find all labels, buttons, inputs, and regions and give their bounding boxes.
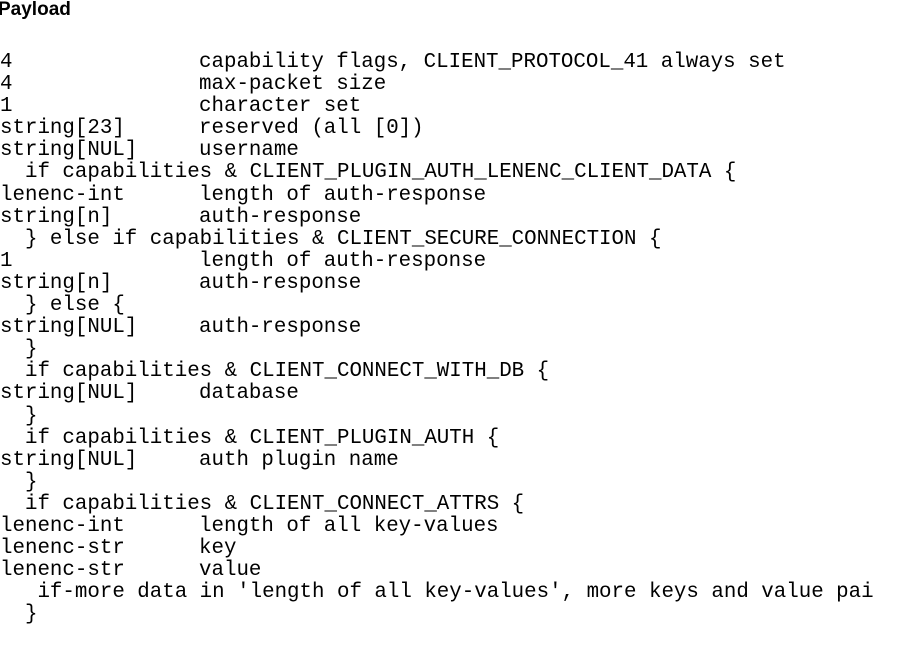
field-description: auth-response — [199, 271, 362, 295]
field-description: reserved (all [0]) — [199, 117, 424, 141]
field-description: auth plugin name — [199, 448, 399, 472]
conditional-line: } else { — [0, 294, 125, 318]
field-row: lenenc-int length of all key-values — [0, 514, 874, 538]
field-type: lenenc-int — [0, 514, 125, 538]
field-row: lenenc-str key — [0, 537, 874, 561]
payload-structure-code-block: 4 capability flags, CLIENT_PROTOCOL_41 al… — [0, 51, 874, 627]
conditional-line: } else if capabilities & CLIENT_SECURE_C… — [0, 227, 662, 251]
conditional-line: if capabilities & CLIENT_PLUGIN_AUTH { — [0, 426, 500, 450]
field-row: string[NUL] username — [0, 140, 874, 162]
field-description: capability flags, CLIENT_PROTOCOL_41 alw… — [199, 51, 786, 74]
field-description: value — [199, 559, 262, 583]
field-row: lenenc-int length of auth-response — [0, 183, 874, 207]
field-row: string[NUL] auth plugin name — [0, 448, 874, 472]
field-description: length of auth-response — [199, 249, 487, 273]
conditional-line: } — [0, 338, 38, 362]
field-row: string[n] auth-response — [0, 205, 874, 229]
field-description: length of auth-response — [199, 183, 487, 207]
field-description: username — [199, 139, 299, 163]
conditional-line: } — [0, 470, 38, 494]
field-type: lenenc-str — [0, 559, 125, 583]
conditional-line: if capabilities & CLIENT_PLUGIN_AUTH_LEN… — [0, 161, 737, 185]
field-type: string[NUL] — [0, 316, 138, 340]
field-row: string[NUL] auth-response — [0, 317, 874, 339]
conditional-line: } — [0, 603, 38, 627]
field-type: string[NUL] — [0, 139, 138, 163]
field-row: 4 capability flags, CLIENT_PROTOCOL_41 al… — [0, 51, 874, 74]
payload-heading: Payload — [0, 0, 71, 20]
field-row: string[23] reserved (all [0]) — [0, 118, 874, 140]
field-description: max-packet size — [199, 73, 387, 97]
field-description: database — [199, 382, 299, 406]
conditional-line: if capabilities & CLIENT_CONNECT_WITH_DB… — [0, 360, 550, 384]
field-row: 1 length of auth-response — [0, 249, 874, 273]
field-row: 4 max-packet size — [0, 73, 874, 97]
field-description: auth-response — [199, 316, 362, 340]
field-row: string[n] auth-response — [0, 271, 874, 295]
conditional-line: if capabilities & CLIENT_CONNECT_ATTRS { — [0, 492, 525, 516]
field-type: string[23] — [0, 117, 125, 141]
field-description: character set — [199, 95, 362, 119]
field-description: key — [199, 537, 237, 561]
conditional-line: } — [0, 404, 38, 428]
field-description: auth-response — [199, 205, 362, 229]
field-row: 1 character set — [0, 96, 874, 118]
conditional-line: if-more data in 'length of all key-value… — [0, 581, 874, 605]
field-type: 1 — [0, 249, 13, 273]
field-row: string[NUL] database — [0, 383, 874, 405]
field-type: string[NUL] — [0, 448, 138, 472]
field-type: string[NUL] — [0, 382, 138, 406]
field-type: 4 — [0, 73, 13, 97]
field-type: string[n] — [0, 271, 113, 295]
field-type: 1 — [0, 95, 13, 119]
field-type: lenenc-str — [0, 537, 125, 561]
field-type: 4 — [0, 51, 13, 74]
field-row: lenenc-str value — [0, 560, 874, 582]
field-description: length of all key-values — [199, 514, 499, 538]
field-type: string[n] — [0, 205, 113, 229]
field-type: lenenc-int — [0, 183, 125, 207]
